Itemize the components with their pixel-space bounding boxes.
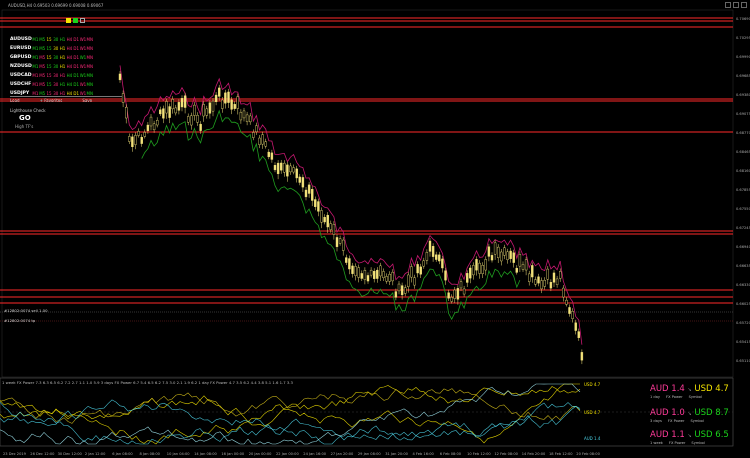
symbol-label: Symbol bbox=[688, 395, 702, 399]
indicator-tag: USD 4.7 bbox=[584, 382, 601, 387]
arrow-icon: ↘ bbox=[687, 411, 692, 417]
usd-power: USD 4.7 bbox=[694, 384, 729, 394]
aud-power: AUD 1.1 bbox=[650, 430, 685, 440]
indicator-header: 1 week FX Power 7.3 6.3 6.5 6.2 7.2 2.7 … bbox=[2, 380, 293, 385]
fx-power-indicator[interactable] bbox=[0, 0, 750, 458]
fx-power-label: FX Power bbox=[666, 395, 683, 399]
indicator-tag: AUD 1.4 bbox=[584, 436, 601, 441]
usd-power: USD 6.5 bbox=[694, 430, 729, 440]
fx-power-box-1day: AUD 1.4 ↘ USD 4.7 1 day FX Power Symbol bbox=[650, 384, 730, 399]
arrow-icon: ↘ bbox=[687, 433, 692, 439]
aud-power: AUD 1.0 bbox=[650, 408, 685, 418]
aud-power: AUD 1.4 bbox=[650, 384, 685, 394]
fx-power-box-3days: AUD 1.0 ↘ USD 8.7 3 days FX Power Symbol bbox=[650, 408, 730, 423]
fx-power-label: FX Power bbox=[667, 419, 685, 423]
trading-terminal: 0.70690 0.70295 0.69990 0.69685 0.69380 0.690… bbox=[0, 0, 750, 458]
fx-power-box-1week: AUD 1.1 ↘ USD 6.5 1 week FX Power Symbol bbox=[650, 430, 730, 445]
arrow-icon: ↘ bbox=[687, 387, 692, 393]
fx-power-label: FX Power bbox=[668, 441, 686, 445]
indicator-tag: USD 4.7 bbox=[584, 410, 601, 415]
period-label: 1 day bbox=[650, 395, 661, 399]
period-label: 3 days bbox=[650, 419, 662, 423]
usd-power: USD 8.7 bbox=[694, 408, 729, 418]
symbol-label: Symbol bbox=[691, 441, 705, 445]
symbol-label: Symbol bbox=[690, 419, 704, 423]
period-label: 1 week bbox=[650, 441, 663, 445]
